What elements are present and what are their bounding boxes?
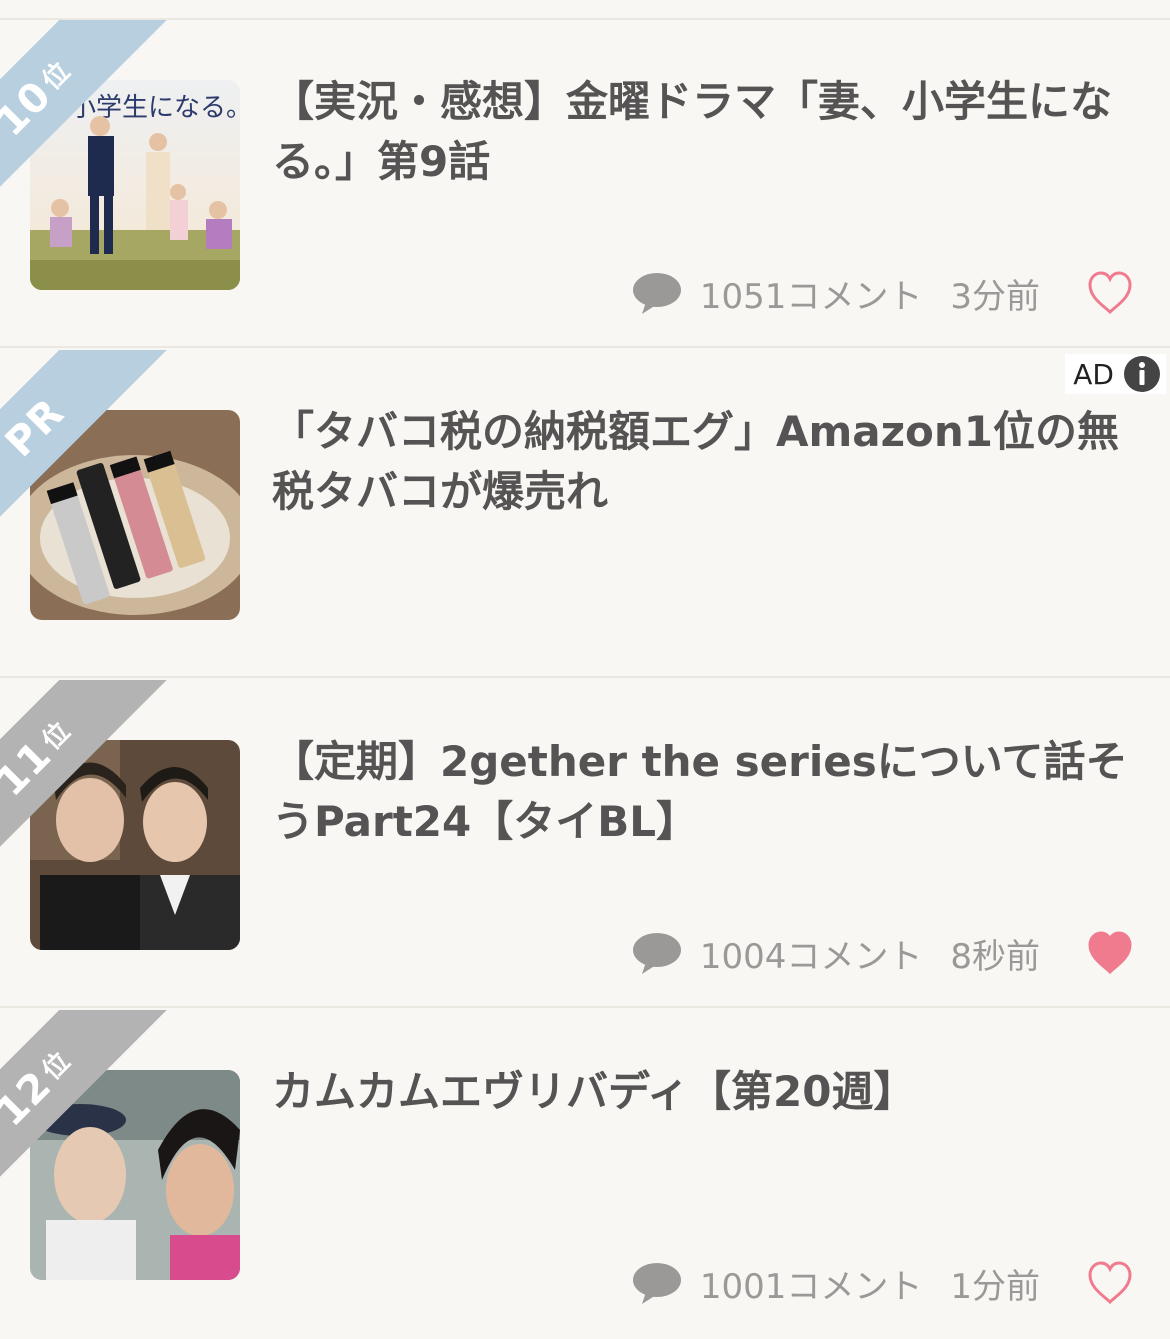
- time-ago: 3分前: [950, 276, 1040, 317]
- ad-badge[interactable]: AD: [1065, 354, 1166, 394]
- comment-bubble-icon: [632, 1263, 681, 1304]
- item-meta: 1051コメント 3分前: [632, 268, 1040, 318]
- comment-count: 1051コメント: [699, 276, 923, 317]
- item-title[interactable]: 【定期】2gether the seriesについて話そうPart24【タイBL…: [272, 732, 1134, 852]
- time-ago: 8秒前: [950, 936, 1040, 977]
- ranking-list: 10位 妻、小学生になる。: [0, 0, 1170, 1339]
- ad-item[interactable]: PR AD 「タバコ税の納税額エグ」Amazon1位の無税タバコが爆売れ: [0, 350, 1170, 678]
- time-ago: 1分前: [950, 1266, 1040, 1307]
- heart-outline-icon[interactable]: [1086, 1260, 1134, 1306]
- item-meta: 1001コメント 1分前: [632, 1258, 1040, 1308]
- ad-label: AD: [1073, 357, 1114, 391]
- comment-count: 1004コメント: [699, 936, 923, 977]
- heart-filled-icon[interactable]: [1086, 930, 1134, 976]
- comment-bubble-icon: [632, 273, 681, 314]
- item-title[interactable]: 【実況・感想】金曜ドラマ「妻、小学生になる。」第9話: [272, 72, 1134, 192]
- item-meta: 1004コメント 8秒前: [632, 928, 1040, 978]
- ad-title[interactable]: 「タバコ税の納税額エグ」Amazon1位の無税タバコが爆売れ: [272, 402, 1134, 522]
- ranking-item[interactable]: 11位 【定期】2gether the seriesについて話そうPart24【…: [0, 680, 1170, 1008]
- heart-outline-icon[interactable]: [1086, 270, 1134, 316]
- comment-count: 1001コメント: [699, 1266, 923, 1307]
- comment-bubble-icon: [632, 933, 681, 974]
- ranking-item[interactable]: 12位 カムカムエヴリバディ【第20週】 1001コメント 1分前: [0, 1010, 1170, 1338]
- info-icon[interactable]: [1124, 356, 1160, 392]
- ranking-item[interactable]: 10位 妻、小学生になる。: [0, 20, 1170, 348]
- item-title[interactable]: カムカムエヴリバディ【第20週】: [272, 1062, 1134, 1122]
